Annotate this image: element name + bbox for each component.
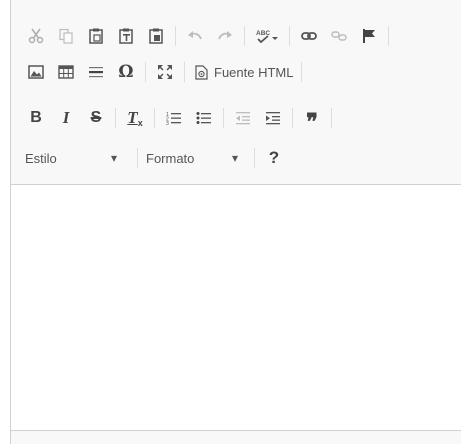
bold-button[interactable]: B (25, 106, 47, 130)
outdent-button[interactable] (232, 106, 254, 130)
paste-from-word-button[interactable] (145, 24, 167, 48)
remove-format-button[interactable]: T x (124, 106, 146, 130)
chevron-down-icon: ▾ (232, 151, 239, 165)
numbered-list-button[interactable]: 1 2 3 (163, 106, 185, 130)
table-button[interactable] (55, 60, 77, 84)
paste-icon (89, 28, 103, 44)
format-dropdown[interactable]: Formato ▾ (146, 146, 250, 170)
toolbar-separator (289, 26, 290, 46)
toolbar-row-insert: Ω Fuente HTML (11, 58, 306, 86)
indent-icon (266, 112, 280, 125)
spellcheck-icon: ABC (256, 30, 278, 44)
svg-text:3: 3 (166, 121, 169, 126)
toolbar-separator (115, 108, 116, 128)
anchor-button[interactable] (358, 24, 380, 48)
toolbar-separator (154, 108, 155, 128)
image-button[interactable] (25, 60, 47, 84)
editor-bottom-bar (11, 430, 461, 444)
spellcheck-button[interactable]: ABC (253, 24, 281, 48)
toolbar-separator (145, 62, 146, 82)
outdent-icon (236, 112, 250, 125)
horizontal-line-icon (89, 67, 103, 78)
italic-button[interactable]: I (55, 106, 77, 130)
help-icon: ? (268, 148, 280, 167)
blockquote-icon: ❞ (306, 109, 318, 134)
source-html-label: Fuente HTML (214, 64, 294, 80)
image-icon (28, 65, 44, 79)
paste-text-icon (119, 28, 133, 44)
cut-button[interactable] (25, 24, 47, 48)
toolbar-row-formatting: B I S T x 1 2 3 ❞ (11, 104, 336, 134)
style-dropdown[interactable]: Estilo ▾ (25, 146, 133, 170)
toolbar-separator (244, 26, 245, 46)
source-document-icon (195, 64, 208, 80)
copy-icon (59, 28, 73, 44)
toolbar-row-styles: Estilo ▾ Formato ▾ ? (11, 144, 289, 172)
blockquote-button[interactable]: ❞ (301, 106, 323, 134)
special-char-button[interactable]: Ω (115, 60, 137, 84)
link-button[interactable] (298, 24, 320, 48)
maximize-icon (158, 65, 172, 79)
paste-from-word-icon (149, 28, 163, 44)
help-button[interactable]: ? (263, 146, 285, 170)
toolbar-separator (254, 148, 255, 168)
maximize-button[interactable] (154, 60, 176, 84)
editor-content-area[interactable] (11, 185, 461, 430)
toolbar-separator (331, 108, 332, 128)
chevron-down-icon: ▾ (111, 151, 118, 165)
style-dropdown-label: Estilo (25, 150, 57, 166)
toolbar-separator (175, 26, 176, 46)
toolbar-separator (292, 108, 293, 128)
strikethrough-button[interactable]: S (85, 106, 107, 130)
remove-format-x: x (137, 118, 143, 128)
redo-button[interactable] (214, 24, 236, 48)
svg-text:ABC: ABC (256, 30, 270, 37)
bulleted-list-icon (196, 112, 211, 124)
format-dropdown-label: Formato (146, 150, 195, 166)
toolbar-separator (223, 108, 224, 128)
copy-button[interactable] (55, 24, 77, 48)
remove-format-t: T (127, 108, 138, 127)
bulleted-list-button[interactable] (193, 106, 215, 130)
anchor-flag-icon (363, 29, 375, 43)
bold-icon: B (30, 109, 42, 126)
cut-icon (28, 28, 44, 44)
table-icon (58, 65, 74, 79)
toolbar-separator (137, 148, 138, 168)
link-icon (301, 32, 317, 40)
numbered-list-icon: 1 2 3 (166, 112, 181, 126)
toolbar-separator (301, 62, 303, 82)
editor-toolbar: ABC Ω Fuente HTML B I S T x 1 2 3 ❞ Esti… (11, 0, 461, 185)
italic-icon: I (62, 108, 70, 127)
unlink-button[interactable] (328, 24, 350, 48)
remove-format-icon: T x (127, 108, 142, 128)
toolbar-row-clipboard: ABC (11, 22, 393, 50)
paste-button[interactable] (85, 24, 107, 48)
strikethrough-icon: S (90, 109, 102, 126)
indent-button[interactable] (262, 106, 284, 130)
paste-text-button[interactable] (115, 24, 137, 48)
rich-text-editor: ABC Ω Fuente HTML B I S T x 1 2 3 ❞ Esti… (10, 0, 461, 444)
toolbar-separator (184, 62, 185, 82)
source-html-button[interactable]: Fuente HTML (195, 60, 293, 84)
horizontal-line-button[interactable] (85, 60, 107, 84)
toolbar-separator (388, 26, 389, 46)
omega-icon: Ω (118, 62, 134, 82)
undo-icon (188, 31, 202, 40)
unlink-icon (331, 31, 347, 41)
redo-icon (218, 31, 232, 40)
undo-button[interactable] (184, 24, 206, 48)
